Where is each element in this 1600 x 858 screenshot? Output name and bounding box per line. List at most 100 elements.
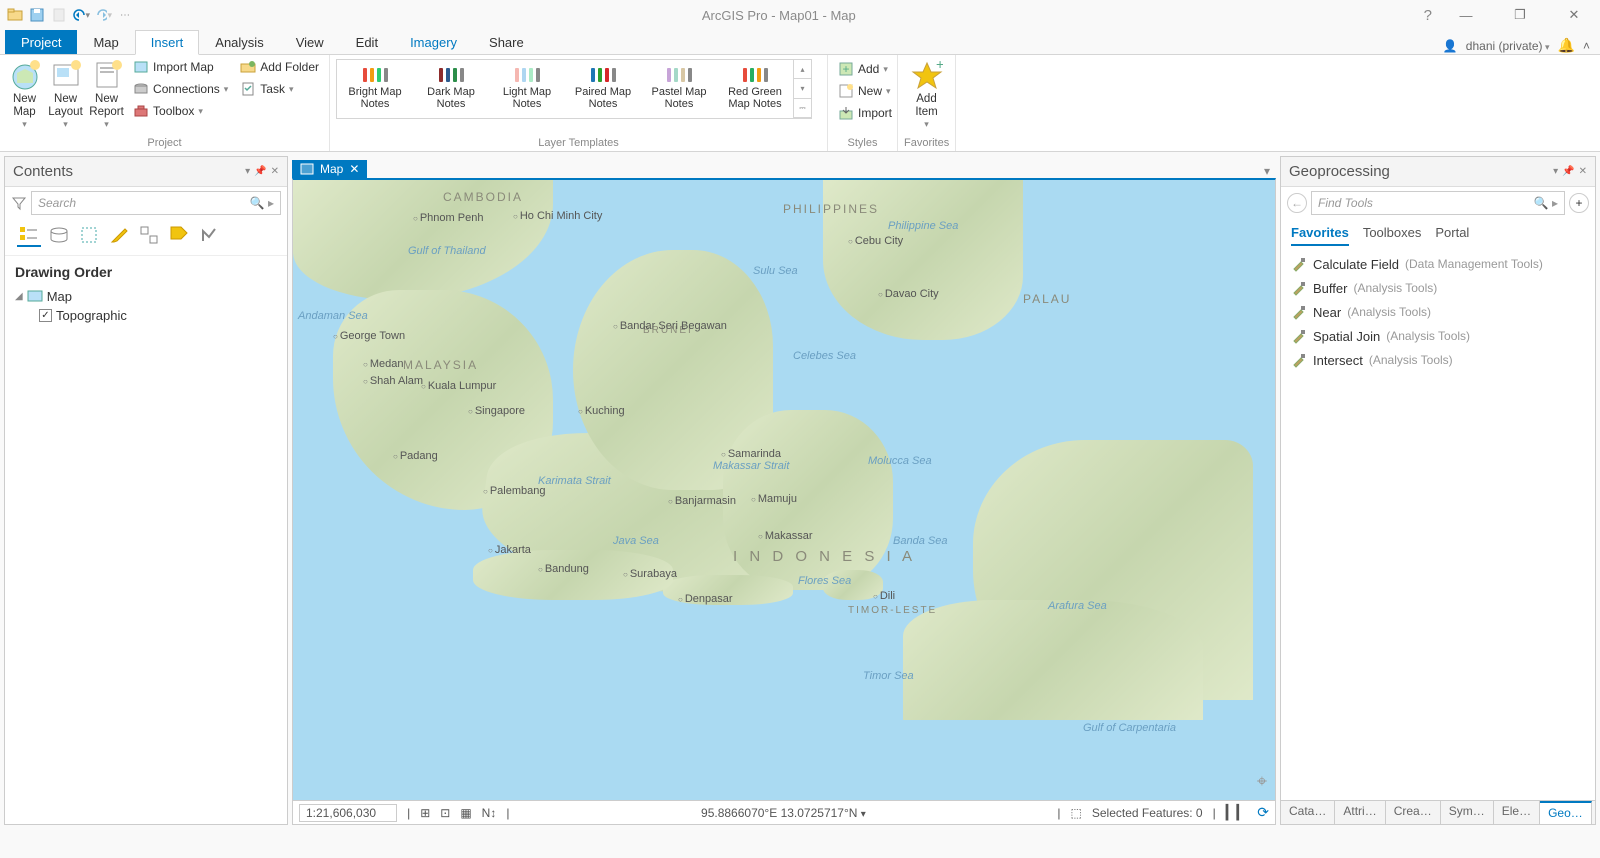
tab-insert[interactable]: Insert [135, 30, 200, 55]
styles-add-button[interactable]: +Add [834, 59, 896, 79]
paste-icon[interactable] [50, 6, 68, 24]
minimize-button[interactable]: — [1446, 1, 1486, 29]
tab-project[interactable]: Project [5, 30, 77, 54]
new-layout-button[interactable]: New Layout [47, 57, 84, 130]
window-title: ArcGIS Pro - Map01 - Map [134, 8, 1424, 23]
add-item-button[interactable]: +Add Item [904, 57, 949, 130]
user-menu[interactable]: dhani (private) [1466, 39, 1550, 53]
coords-display[interactable]: 95.8866070°E 13.0725717°N [701, 806, 857, 820]
scale-display[interactable]: 1:21,606,030 [299, 804, 397, 822]
notifications-icon[interactable]: 🔔 [1558, 37, 1575, 54]
styles-new-button[interactable]: New [834, 81, 896, 101]
template-light[interactable]: Light Map Notes [489, 60, 565, 118]
styles-import-button[interactable]: Import [834, 103, 896, 123]
pause-drawing-icon[interactable]: ▎▎ [1226, 804, 1248, 821]
status-tool3-icon[interactable]: ▦ [460, 806, 471, 820]
panel-pin-icon[interactable]: 📌 [254, 166, 266, 177]
add-folder-button[interactable]: Add Folder [236, 57, 323, 77]
group-favorites-label: Favorites [904, 135, 949, 151]
new-report-button[interactable]: New Report [88, 57, 125, 130]
btab-catalog[interactable]: Cata… [1281, 801, 1335, 824]
btab-elements[interactable]: Ele… [1494, 801, 1540, 824]
save-project-icon[interactable] [28, 6, 46, 24]
status-tool2-icon[interactable]: ⊡ [440, 806, 450, 820]
map-area: Map✕ ▾ CAMBODIA PHILIPPINES MALAYSIA BRU… [292, 156, 1276, 825]
btab-create[interactable]: Crea… [1386, 801, 1441, 824]
gp-add-icon[interactable]: + [1569, 193, 1589, 213]
map-view[interactable]: CAMBODIA PHILIPPINES MALAYSIA BRUNEI I N… [292, 178, 1276, 801]
toolbox-button[interactable]: Toolbox [129, 101, 232, 121]
tab-view[interactable]: View [280, 30, 340, 54]
collapse-ribbon-icon[interactable]: ˄ [1583, 39, 1590, 53]
contents-toolstrip [5, 219, 287, 256]
template-pastel[interactable]: Pastel Map Notes [641, 60, 717, 118]
qat-customize-icon[interactable]: ⋯ [116, 6, 134, 24]
btab-attributes[interactable]: Attri… [1335, 801, 1385, 824]
filter-icon[interactable] [11, 195, 27, 211]
list-by-perceptual-icon[interactable] [197, 223, 221, 247]
list-by-labeling-icon[interactable] [167, 223, 191, 247]
map-tab-close-icon[interactable]: ✕ [349, 162, 359, 176]
map-tab-menu[interactable]: ▾ [1258, 164, 1276, 178]
layer-checkbox[interactable]: ✓ [39, 309, 52, 322]
gp-tab-toolboxes[interactable]: Toolboxes [1363, 225, 1422, 246]
ribbon-tabs: Project Map Insert Analysis View Edit Im… [0, 30, 1600, 55]
tab-analysis[interactable]: Analysis [199, 30, 279, 54]
new-map-button[interactable]: New Map [6, 57, 43, 130]
tab-edit[interactable]: Edit [340, 30, 394, 54]
list-by-selection-icon[interactable] [77, 223, 101, 247]
refresh-icon[interactable]: ⟳ [1257, 804, 1269, 821]
map-tab[interactable]: Map✕ [292, 160, 367, 178]
btab-raster[interactable]: Rast… [1592, 801, 1600, 824]
gp-tool-near[interactable]: Near(Analysis Tools) [1285, 300, 1591, 324]
panel-close-icon[interactable]: ✕ [1579, 166, 1587, 177]
bottom-tab-strip: Cata… Attri… Crea… Sym… Ele… Geo… Rast… [1281, 800, 1595, 824]
panel-close-icon[interactable]: ✕ [271, 166, 279, 177]
layer-map[interactable]: ◢Map [15, 286, 277, 306]
gallery-scroll[interactable]: ▴▾⎓ [793, 60, 811, 118]
template-redgreen[interactable]: Red Green Map Notes [717, 60, 793, 118]
gp-tab-portal[interactable]: Portal [1435, 225, 1469, 246]
panel-pin-icon[interactable]: 📌 [1562, 166, 1574, 177]
template-bright[interactable]: Bright Map Notes [337, 60, 413, 118]
list-by-editing-icon[interactable] [107, 223, 131, 247]
status-tool4-icon[interactable]: N↕ [482, 806, 497, 820]
status-tool1-icon[interactable]: ⊞ [420, 806, 430, 820]
user-icon: 👤 [1443, 39, 1458, 53]
tab-share[interactable]: Share [473, 30, 540, 54]
connections-button[interactable]: Connections [129, 79, 232, 99]
template-paired[interactable]: Paired Map Notes [565, 60, 641, 118]
redo-button[interactable] [94, 6, 112, 24]
help-button[interactable]: ? [1424, 7, 1432, 24]
gp-back-icon[interactable]: ← [1287, 193, 1307, 213]
open-project-icon[interactable] [6, 6, 24, 24]
contents-search[interactable]: Search🔍 ▸ [31, 191, 281, 215]
gp-tool-intersect[interactable]: Intersect(Analysis Tools) [1285, 348, 1591, 372]
btab-geoprocessing[interactable]: Geo… [1540, 801, 1592, 824]
panel-menu-icon[interactable]: ▾ [1553, 166, 1558, 177]
undo-button[interactable] [72, 6, 90, 24]
gp-tool-buffer[interactable]: Buffer(Analysis Tools) [1285, 276, 1591, 300]
panel-menu-icon[interactable]: ▾ [245, 166, 250, 177]
template-dark[interactable]: Dark Map Notes [413, 60, 489, 118]
btab-symbology[interactable]: Sym… [1441, 801, 1494, 824]
list-by-snapping-icon[interactable] [137, 223, 161, 247]
list-by-drawing-icon[interactable] [17, 223, 41, 247]
import-map-button[interactable]: Import Map [129, 57, 232, 77]
geoprocessing-panel: Geoprocessing▾📌✕ ← Find Tools🔍 ▸ + Favor… [1280, 156, 1596, 825]
gp-search[interactable]: Find Tools🔍 ▸ [1311, 191, 1565, 215]
map-status-bar: 1:21,606,030 | ⊞ ⊡ ▦ N↕ | 95.8866070°E 1… [292, 801, 1276, 825]
navigator-icon[interactable]: ⌖ [1257, 771, 1267, 792]
close-button[interactable]: ✕ [1554, 1, 1594, 29]
group-styles-label: Styles [834, 135, 891, 151]
gp-tool-calculate-field[interactable]: Calculate Field(Data Management Tools) [1285, 252, 1591, 276]
tab-imagery[interactable]: Imagery [394, 30, 473, 54]
layer-templates-gallery[interactable]: Bright Map Notes Dark Map Notes Light Ma… [336, 59, 812, 119]
gp-tool-spatial-join[interactable]: Spatial Join(Analysis Tools) [1285, 324, 1591, 348]
list-by-source-icon[interactable] [47, 223, 71, 247]
layer-topographic[interactable]: ✓Topographic [15, 306, 277, 325]
tab-map[interactable]: Map [77, 30, 134, 54]
gp-tab-favorites[interactable]: Favorites [1291, 225, 1349, 246]
maximize-button[interactable]: ❐ [1500, 1, 1540, 29]
task-button[interactable]: Task [236, 79, 323, 99]
